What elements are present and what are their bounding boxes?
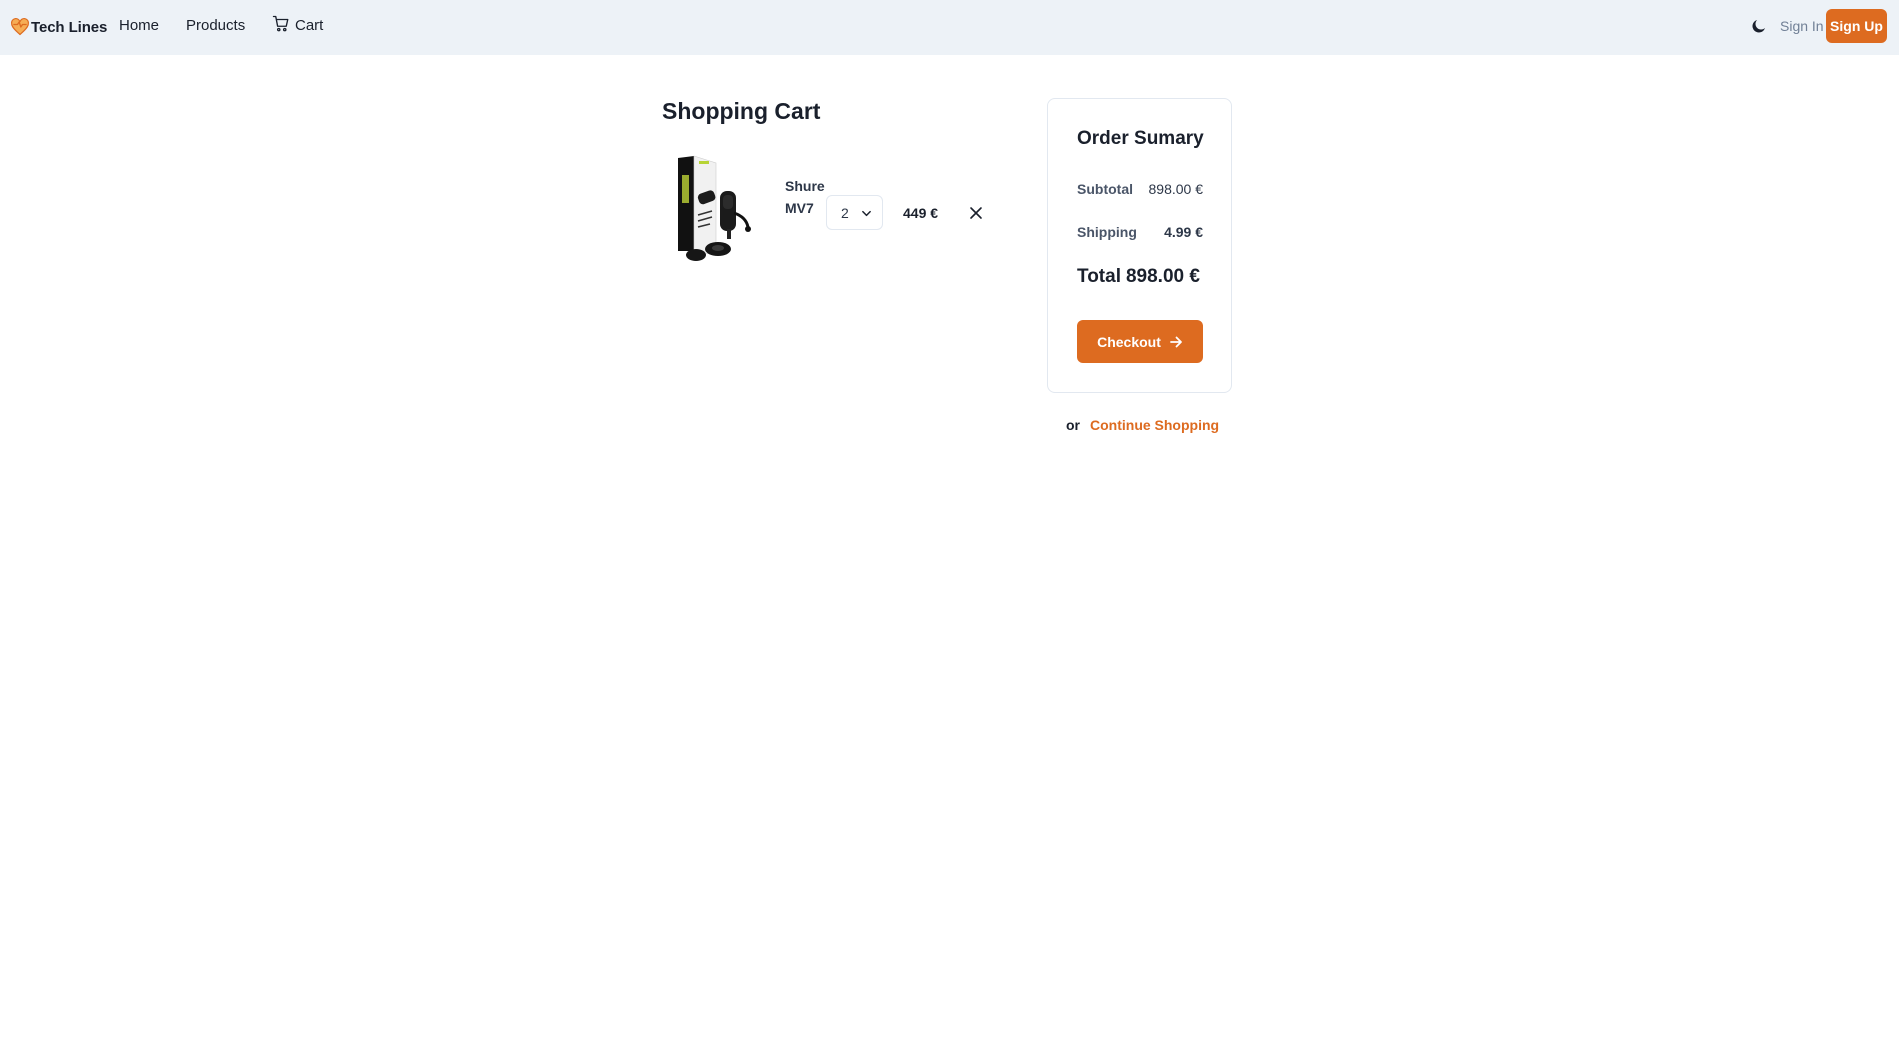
or-text: or	[1066, 417, 1080, 433]
navbar: Tech Lines Home Products Cart Sign In Si…	[0, 0, 1899, 55]
checkout-label: Checkout	[1097, 333, 1161, 350]
item-price: 449 €	[903, 205, 939, 221]
order-summary: Order Sumary Subtotal 898.00 € Shipping …	[1047, 98, 1232, 393]
shipping-value: 4.99 €	[1164, 224, 1203, 240]
item-name[interactable]: Shure MV7	[785, 175, 830, 219]
quantity-value: 2	[841, 204, 849, 221]
nav-home[interactable]: Home	[119, 17, 159, 35]
sign-in-link[interactable]: Sign In	[1780, 18, 1824, 34]
arrow-right-icon	[1169, 335, 1183, 349]
subtotal-value: 898.00 €	[1148, 181, 1204, 197]
quantity-select[interactable]: 2	[826, 195, 883, 230]
subtotal-label: Subtotal	[1077, 181, 1133, 197]
cart-icon	[272, 15, 290, 33]
cart-item: Shure MV7 2 449 €	[662, 155, 992, 270]
checkout-button[interactable]: Checkout	[1077, 320, 1203, 363]
brand-logo[interactable]: Tech Lines	[10, 16, 107, 38]
shipping-label: Shipping	[1077, 224, 1137, 240]
summary-title: Order Sumary	[1077, 128, 1204, 149]
sign-up-button[interactable]: Sign Up	[1826, 9, 1887, 43]
total-value: 898.00 €	[1125, 266, 1200, 287]
moon-icon[interactable]	[1750, 17, 1768, 35]
close-icon[interactable]	[968, 205, 984, 221]
heart-logo-icon	[10, 17, 30, 37]
page-title: Shopping Cart	[662, 98, 821, 124]
total-label: Total	[1077, 266, 1121, 287]
brand-name: Tech Lines	[31, 18, 108, 36]
nav-products[interactable]: Products	[186, 17, 245, 35]
total: Total 898.00 €	[1077, 266, 1205, 288]
continue-row: or Continue Shopping	[1066, 417, 1219, 433]
continue-shopping-link[interactable]: Continue Shopping	[1090, 417, 1219, 433]
nav-cart[interactable]: Cart	[272, 15, 324, 35]
nav-cart-label: Cart	[295, 17, 324, 34]
product-image[interactable]	[672, 155, 762, 270]
